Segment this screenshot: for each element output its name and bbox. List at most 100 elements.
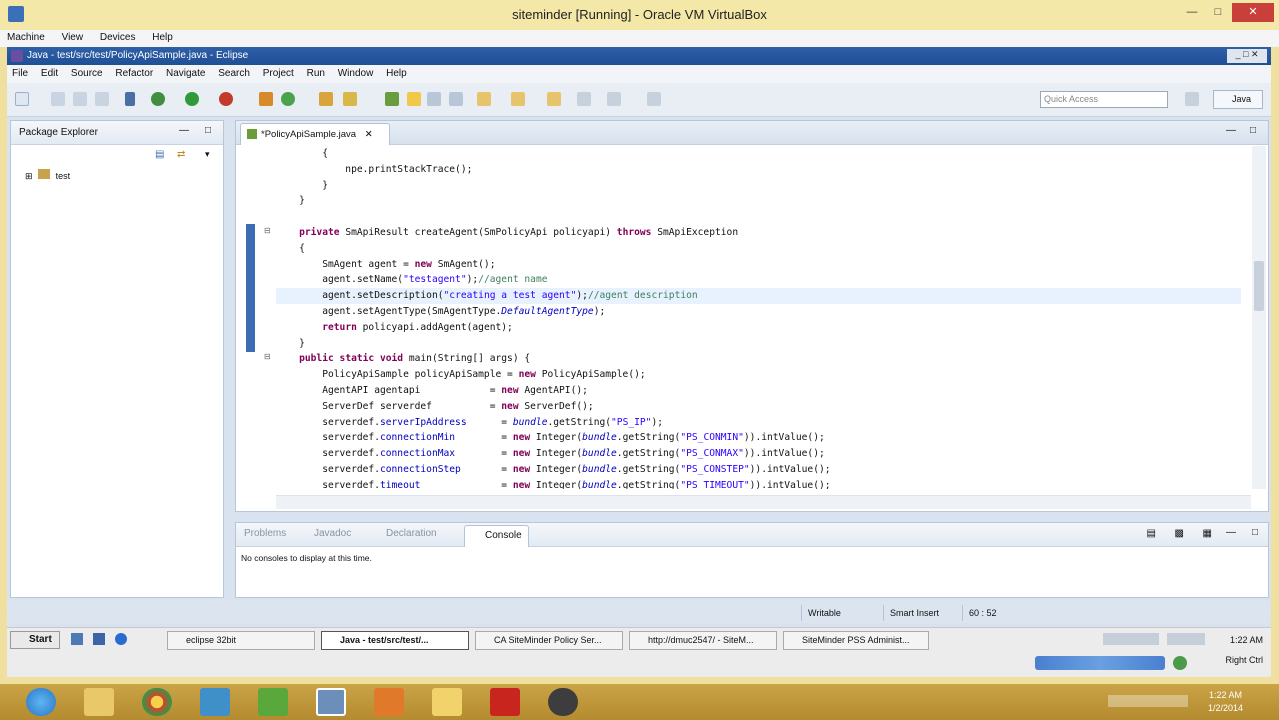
fold-icon[interactable]: ⊟ bbox=[264, 226, 271, 235]
expand-icon[interactable]: ⊞ bbox=[25, 171, 33, 181]
internet-explorer-icon[interactable] bbox=[26, 688, 56, 716]
maximize-console-icon[interactable]: □ bbox=[1252, 527, 1258, 538]
menu-source[interactable]: Source bbox=[66, 65, 108, 82]
last-edit-icon[interactable] bbox=[511, 92, 525, 106]
menu-project[interactable]: Project bbox=[258, 65, 299, 82]
view-menu-icon[interactable]: ▾ bbox=[205, 149, 210, 160]
virtualbox-icon[interactable] bbox=[316, 688, 346, 716]
package-explorer-title[interactable]: Package Explorer bbox=[19, 127, 98, 138]
vbox-menu-help[interactable]: Help bbox=[145, 30, 180, 45]
minimize-icon[interactable]: — bbox=[1180, 3, 1204, 22]
code-line[interactable]: AgentAPI agentapi = new AgentAPI(); bbox=[276, 383, 1241, 399]
code-line[interactable]: serverdef.connectionMin = new Integer(bu… bbox=[276, 430, 1241, 446]
block-selection-icon[interactable] bbox=[449, 92, 463, 106]
ie-icon[interactable] bbox=[115, 633, 127, 645]
code-line[interactable]: { bbox=[276, 241, 1241, 257]
code-line[interactable]: agent.setName("testagent");//agent name bbox=[276, 272, 1241, 288]
collapse-all-icon[interactable]: ▤ bbox=[155, 149, 164, 160]
forward-2-icon[interactable] bbox=[607, 92, 621, 106]
menu-navigate[interactable]: Navigate bbox=[161, 65, 210, 82]
search-icon[interactable] bbox=[343, 92, 357, 106]
menu-file[interactable]: File bbox=[7, 65, 33, 82]
debug-icon[interactable] bbox=[151, 92, 165, 106]
new-package-icon[interactable] bbox=[281, 92, 295, 106]
network-tray-icons[interactable] bbox=[1167, 633, 1205, 645]
vbox-device-icons[interactable] bbox=[1035, 656, 1165, 670]
tab-console[interactable]: Console bbox=[464, 525, 529, 547]
vertical-scrollbar[interactable] bbox=[1252, 146, 1266, 489]
code-line[interactable]: agent.setAgentType(SmAgentType.DefaultAg… bbox=[276, 304, 1241, 320]
console-display-icon[interactable]: ▤ bbox=[1147, 528, 1156, 539]
menu-window[interactable]: Window bbox=[333, 65, 379, 82]
save-all-icon[interactable] bbox=[73, 92, 87, 106]
menu-search[interactable]: Search bbox=[213, 65, 255, 82]
menu-edit[interactable]: Edit bbox=[36, 65, 63, 82]
show-desktop-icon[interactable] bbox=[71, 633, 83, 645]
start-button[interactable]: Start bbox=[10, 631, 60, 649]
new-java-project-icon[interactable] bbox=[259, 92, 273, 106]
task-eclipse-32bit[interactable]: eclipse 32bit bbox=[167, 631, 315, 650]
code-line[interactable]: private SmApiResult createAgent(SmPolicy… bbox=[276, 225, 1241, 241]
folder-icon[interactable] bbox=[432, 688, 462, 716]
java-perspective-button[interactable]: Java bbox=[1213, 90, 1263, 109]
open-console-icon[interactable]: ▩ bbox=[1175, 528, 1184, 539]
code-line[interactable]: } bbox=[276, 178, 1241, 194]
back-icon[interactable] bbox=[547, 92, 561, 106]
scroll-thumb[interactable] bbox=[1254, 261, 1264, 311]
forward-icon[interactable] bbox=[577, 92, 591, 106]
code-line[interactable] bbox=[276, 209, 1241, 225]
eclipse-window-buttons[interactable]: _ □ ✕ bbox=[1227, 49, 1267, 63]
code-line[interactable]: public static void main(String[] args) { bbox=[276, 351, 1241, 367]
maximize-editor-icon[interactable]: □ bbox=[1250, 125, 1256, 136]
chrome-icon[interactable] bbox=[142, 688, 172, 716]
editor-tab-policyapisample[interactable]: *PolicyApiSample.java ✕ bbox=[240, 123, 390, 145]
code-line[interactable]: agent.setDescription("creating a test ag… bbox=[276, 288, 1241, 305]
media-player-icon[interactable] bbox=[374, 688, 404, 716]
task-siteminder-pss[interactable]: SiteMinder PSS Administ... bbox=[783, 631, 929, 650]
code-line[interactable]: } bbox=[276, 336, 1241, 352]
code-line[interactable]: return policyapi.addAgent(agent); bbox=[276, 320, 1241, 336]
close-icon[interactable]: ✕ bbox=[1232, 3, 1274, 22]
tab-javadoc[interactable]: Javadoc bbox=[314, 528, 351, 539]
quick-launch-icon[interactable] bbox=[93, 633, 105, 645]
code-line[interactable]: { bbox=[276, 146, 1241, 162]
code-line[interactable]: serverdef.connectionStep = new Integer(b… bbox=[276, 462, 1241, 478]
code-line[interactable]: serverdef.timeout = new Integer(bundle.g… bbox=[276, 478, 1241, 489]
task-ca-siteminder[interactable]: CA SiteMinder Policy Ser... bbox=[475, 631, 623, 650]
maximize-view-icon[interactable]: □ bbox=[205, 125, 211, 136]
code-line[interactable]: npe.printStackTrace(); bbox=[276, 162, 1241, 178]
code-line[interactable]: } bbox=[276, 193, 1241, 209]
code-line[interactable]: serverdef.connectionMax = new Integer(bu… bbox=[276, 446, 1241, 462]
open-type-icon[interactable] bbox=[319, 92, 333, 106]
new-icon[interactable] bbox=[15, 92, 29, 106]
pin-console-icon[interactable]: ▦ bbox=[1203, 528, 1212, 539]
network-app-icon[interactable] bbox=[200, 688, 230, 716]
menu-refactor[interactable]: Refactor bbox=[110, 65, 158, 82]
open-perspective-icon[interactable] bbox=[1185, 92, 1199, 106]
code-line[interactable]: SmAgent agent = new SmAgent(); bbox=[276, 257, 1241, 273]
system-tray-icons[interactable] bbox=[1103, 633, 1159, 645]
quick-access-input[interactable]: Quick Access bbox=[1040, 91, 1168, 108]
vbox-menu-view[interactable]: View bbox=[55, 30, 91, 45]
file-explorer-icon[interactable] bbox=[84, 688, 114, 716]
code-line[interactable]: ServerDef serverdef = new ServerDef(); bbox=[276, 399, 1241, 415]
minimize-view-icon[interactable]: — bbox=[179, 125, 189, 136]
tab-problems[interactable]: Problems bbox=[244, 528, 286, 539]
task-siteminder-browser[interactable]: http://dmuc2547/ - SiteM... bbox=[629, 631, 777, 650]
minimize-editor-icon[interactable]: — bbox=[1226, 125, 1236, 136]
menu-run[interactable]: Run bbox=[302, 65, 330, 82]
code-line[interactable]: serverdef.serverIpAddress = bundle.getSt… bbox=[276, 415, 1241, 431]
host-tray-icons[interactable] bbox=[1108, 695, 1188, 707]
maximize-icon[interactable]: □ bbox=[1206, 3, 1230, 22]
tree-item-test[interactable]: test bbox=[56, 171, 71, 181]
vbox-menu-devices[interactable]: Devices bbox=[93, 30, 143, 45]
tab-declaration[interactable]: Declaration bbox=[386, 528, 437, 539]
next-annotation-icon[interactable] bbox=[477, 92, 491, 106]
code-line[interactable]: PolicyApiSample policyApiSample = new Po… bbox=[276, 367, 1241, 383]
game-app-icon[interactable] bbox=[548, 688, 578, 716]
external-tools-icon[interactable] bbox=[219, 92, 233, 106]
vbox-menu-machine[interactable]: Machine bbox=[0, 30, 52, 45]
close-tab-icon[interactable]: ✕ bbox=[365, 129, 373, 140]
highlight-icon[interactable] bbox=[407, 92, 421, 106]
acrobat-icon[interactable] bbox=[490, 688, 520, 716]
